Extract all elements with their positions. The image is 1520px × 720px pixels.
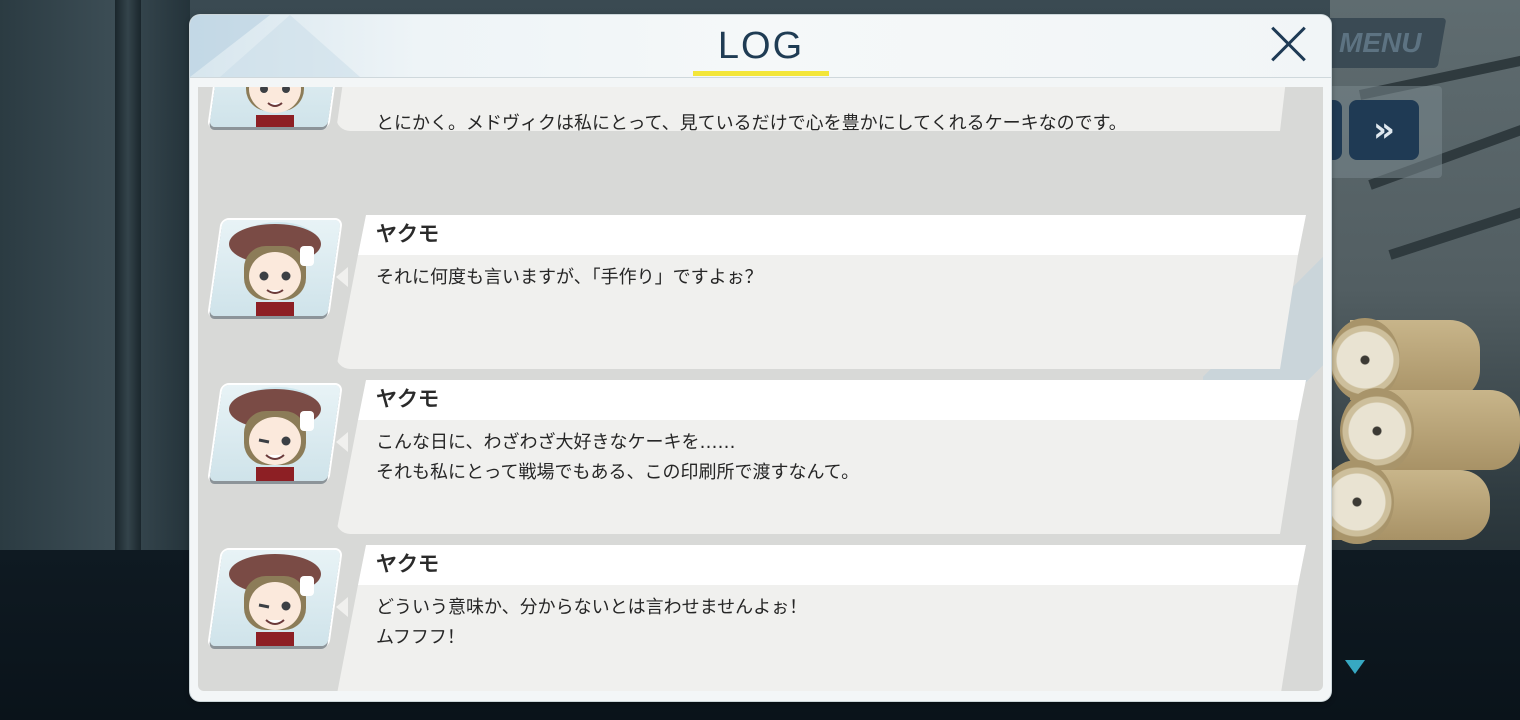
speaker-avatar	[209, 87, 341, 127]
speaker-avatar	[209, 385, 341, 481]
speaker-name: ヤクモ	[376, 387, 439, 411]
log-title: LOG	[717, 25, 805, 67]
speaker-avatar	[209, 550, 341, 646]
speaker-name: ヤクモ	[376, 222, 439, 246]
log-entry: ヤクモ それに何度も言いますが、「手作り」ですよぉ？	[198, 215, 1323, 370]
message-text: こんな日に、わざわざ大好きなケーキを…… それも私にとって戦場でもある、この印刷…	[376, 432, 860, 483]
speaker-name-plate	[358, 215, 1306, 255]
header-divider	[190, 77, 1331, 78]
menu-button[interactable]: MENU	[1313, 18, 1447, 68]
close-icon[interactable]	[1268, 23, 1308, 63]
title-underline	[693, 71, 829, 76]
message-text: どういう意味か、分からないとは言わせませんよぉ！ ムフフフ！	[376, 597, 808, 648]
speaker-name-plate	[358, 545, 1306, 585]
menu-button-label: MENU	[1338, 27, 1422, 58]
speaker-name: ヤクモ	[376, 552, 439, 576]
speaker-avatar	[209, 220, 341, 316]
log-entry: ヤクモ こんな日に、わざわざ大好きなケーキを…… それも私にとって戦場でもある、…	[198, 380, 1323, 535]
message-text: とにかく。メドヴィクは私にとって、見ているだけで心を豊かにしてくれるケーキなので…	[376, 113, 1127, 134]
speaker-name-plate	[358, 380, 1306, 420]
message-text: それに何度も言いますが、「手作り」ですよぉ？	[376, 267, 763, 288]
fast-forward-icon[interactable]: »	[1349, 100, 1419, 160]
log-window: LOG とにかく。メドヴィクは私にとって、見ているだけで心を豊かにしてくれるケー…	[190, 15, 1331, 701]
log-entry: とにかく。メドヴィクは私にとって、見ているだけで心を豊かにしてくれるケーキなので…	[198, 87, 1323, 172]
log-header: LOG	[190, 15, 1331, 77]
log-list[interactable]: とにかく。メドヴィクは私にとって、見ているだけで心を豊かにしてくれるケーキなので…	[198, 87, 1323, 691]
scroll-down-icon[interactable]	[1345, 660, 1365, 674]
log-entry: ヤクモ どういう意味か、分からないとは言わせませんよぉ！ ムフフフ！	[198, 545, 1323, 691]
